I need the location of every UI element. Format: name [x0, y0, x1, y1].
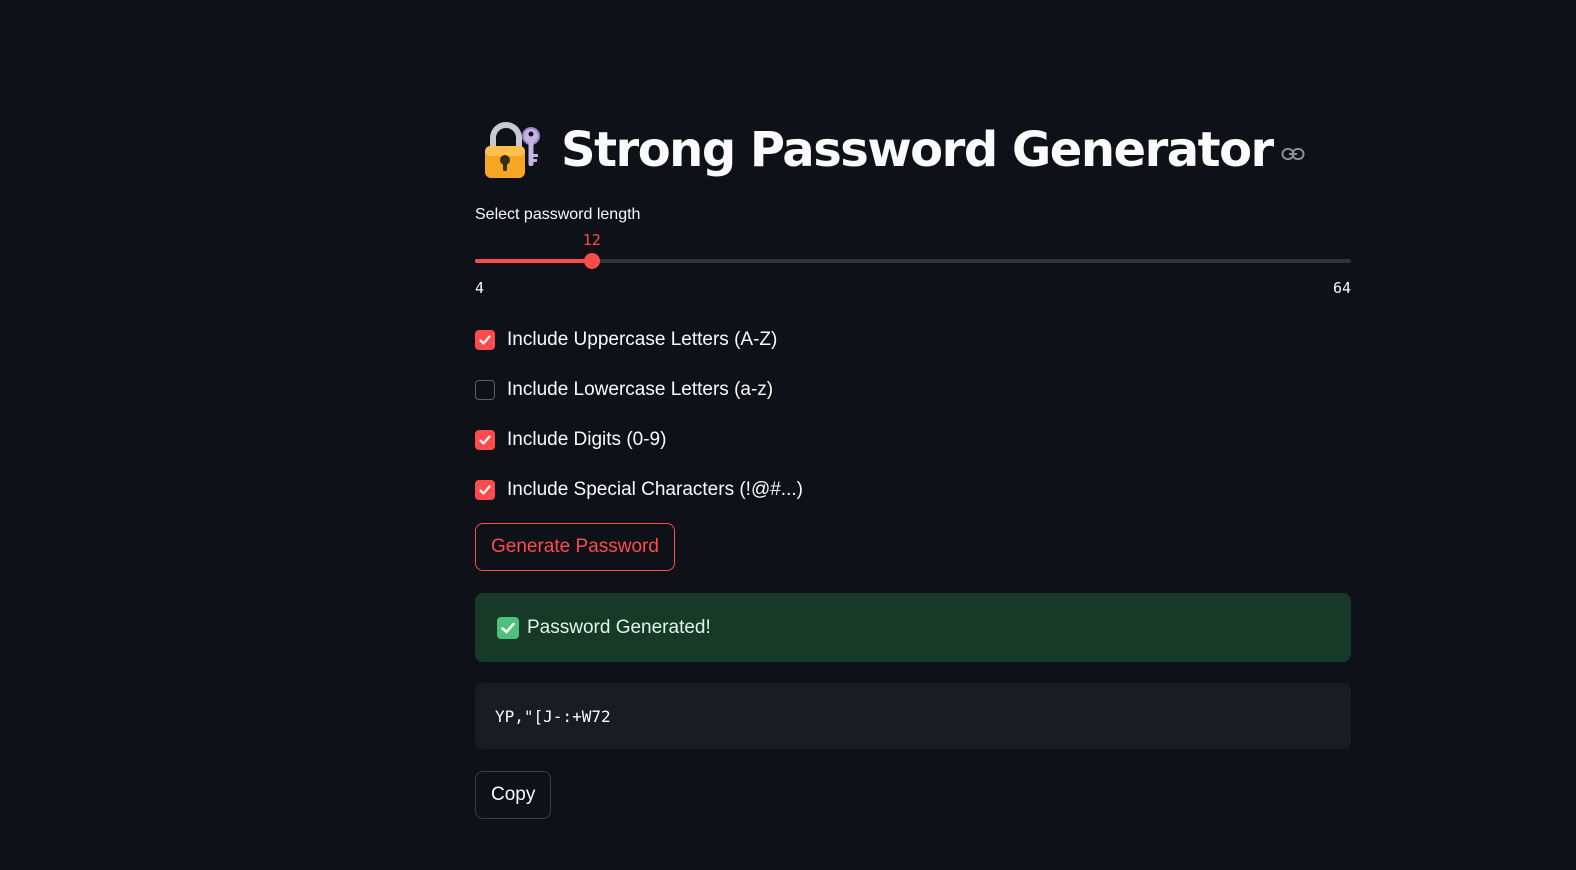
generate-password-button[interactable]: Generate Password: [475, 523, 675, 571]
checkbox-box[interactable]: [475, 330, 495, 350]
checkbox-lowercase[interactable]: Include Lowercase Letters (a-z): [475, 378, 773, 402]
slider-thumb[interactable]: [583, 253, 600, 269]
checkbox-box[interactable]: [475, 480, 495, 500]
slider-current-value: 12: [582, 231, 601, 249]
check-icon: [479, 485, 491, 495]
checkbox-label: Include Uppercase Letters (A-Z): [507, 329, 778, 350]
link-icon[interactable]: [1281, 147, 1305, 161]
slider-max-label: 64: [1332, 279, 1351, 297]
checkbox-label: Include Special Characters (!@#...): [507, 479, 803, 500]
slider-label: Select password length: [475, 206, 641, 223]
checkbox-box[interactable]: [475, 430, 495, 450]
page-header: Strong Password Generator: [483, 115, 1305, 185]
check-icon: [479, 335, 491, 345]
checkbox-digits[interactable]: Include Digits (0-9): [475, 428, 666, 452]
copy-button[interactable]: Copy: [475, 771, 552, 819]
password-length-slider[interactable]: [475, 253, 1351, 269]
page-title: Strong Password Generator: [561, 122, 1274, 178]
checkbox-label: Include Lowercase Letters (a-z): [507, 379, 774, 400]
checkbox-special[interactable]: Include Special Characters (!@#...): [475, 478, 803, 502]
check-mark-button-icon: [497, 616, 519, 639]
locked-with-key-icon: [483, 120, 541, 180]
checkbox-label: Include Digits (0-9): [507, 429, 667, 450]
checkbox-box[interactable]: [475, 380, 495, 400]
slider-fill: [475, 259, 592, 263]
generated-password-code: YP,"[J-:+W72: [475, 683, 1351, 749]
success-message: Password Generated!: [527, 616, 711, 638]
slider-min-label: 4: [475, 279, 485, 297]
success-alert: Password Generated!: [475, 593, 1351, 662]
check-icon: [479, 435, 491, 445]
checkbox-uppercase[interactable]: Include Uppercase Letters (A-Z): [475, 328, 777, 352]
